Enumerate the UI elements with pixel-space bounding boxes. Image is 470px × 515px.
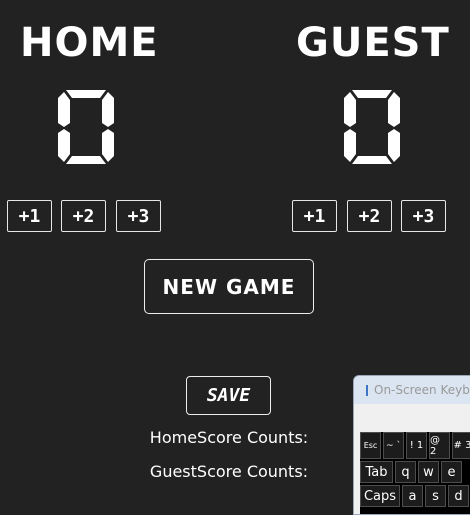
seg-c xyxy=(388,129,400,162)
guest-plus-3-button[interactable]: +3 xyxy=(401,200,446,232)
keyboard-icon xyxy=(366,384,368,396)
osk-key-a[interactable]: a xyxy=(402,485,423,507)
osk-key-q[interactable]: q xyxy=(395,461,416,483)
seg-a xyxy=(352,90,392,98)
seg-f xyxy=(58,92,70,127)
home-plus-1-button[interactable]: +1 xyxy=(7,200,52,232)
osk-title: On-Screen Keyboard xyxy=(374,383,470,397)
new-game-button[interactable]: NEW GAME xyxy=(144,259,314,314)
seg-d xyxy=(352,156,392,164)
seg-e xyxy=(58,129,70,162)
osk-key-3[interactable]: # 3 xyxy=(452,432,470,459)
seg-c xyxy=(102,129,114,162)
osk-key-e[interactable]: e xyxy=(441,461,462,483)
osk-key-tilde[interactable]: ~ ` xyxy=(383,432,404,459)
guest-title: GUEST xyxy=(296,20,450,66)
osk-key-area: Esc ~ ` ! 1 @ 2 # 3 Tab q w e Caps a s d xyxy=(360,432,470,514)
home-score-display xyxy=(58,90,114,164)
osk-key-d[interactable]: d xyxy=(448,485,469,507)
save-button[interactable]: SAVE xyxy=(186,376,271,415)
home-plus-2-button[interactable]: +2 xyxy=(61,200,106,232)
guest-score-display xyxy=(344,90,400,164)
osk-titlebar[interactable]: On-Screen Keyboard xyxy=(354,376,470,404)
osk-key-1[interactable]: ! 1 xyxy=(406,432,427,459)
guest-plus-2-button[interactable]: +2 xyxy=(347,200,392,232)
seg-b xyxy=(388,92,400,127)
osk-key-caps[interactable]: Caps xyxy=(360,485,400,507)
seg-d xyxy=(66,156,106,164)
osk-key-w[interactable]: w xyxy=(418,461,439,483)
osk-key-s[interactable]: s xyxy=(425,485,446,507)
on-screen-keyboard-window[interactable]: On-Screen Keyboard Esc ~ ` ! 1 @ 2 # 3 T… xyxy=(353,375,470,515)
seg-b xyxy=(102,92,114,127)
osk-key-tab[interactable]: Tab xyxy=(360,461,393,483)
seg-f xyxy=(344,92,356,127)
home-plus-3-button[interactable]: +3 xyxy=(116,200,161,232)
seg-e xyxy=(344,129,356,162)
home-title: HOME xyxy=(20,20,159,66)
seg-a xyxy=(66,90,106,98)
osk-key-2[interactable]: @ 2 xyxy=(429,432,450,459)
osk-key-esc[interactable]: Esc xyxy=(360,432,381,459)
guest-plus-1-button[interactable]: +1 xyxy=(292,200,337,232)
